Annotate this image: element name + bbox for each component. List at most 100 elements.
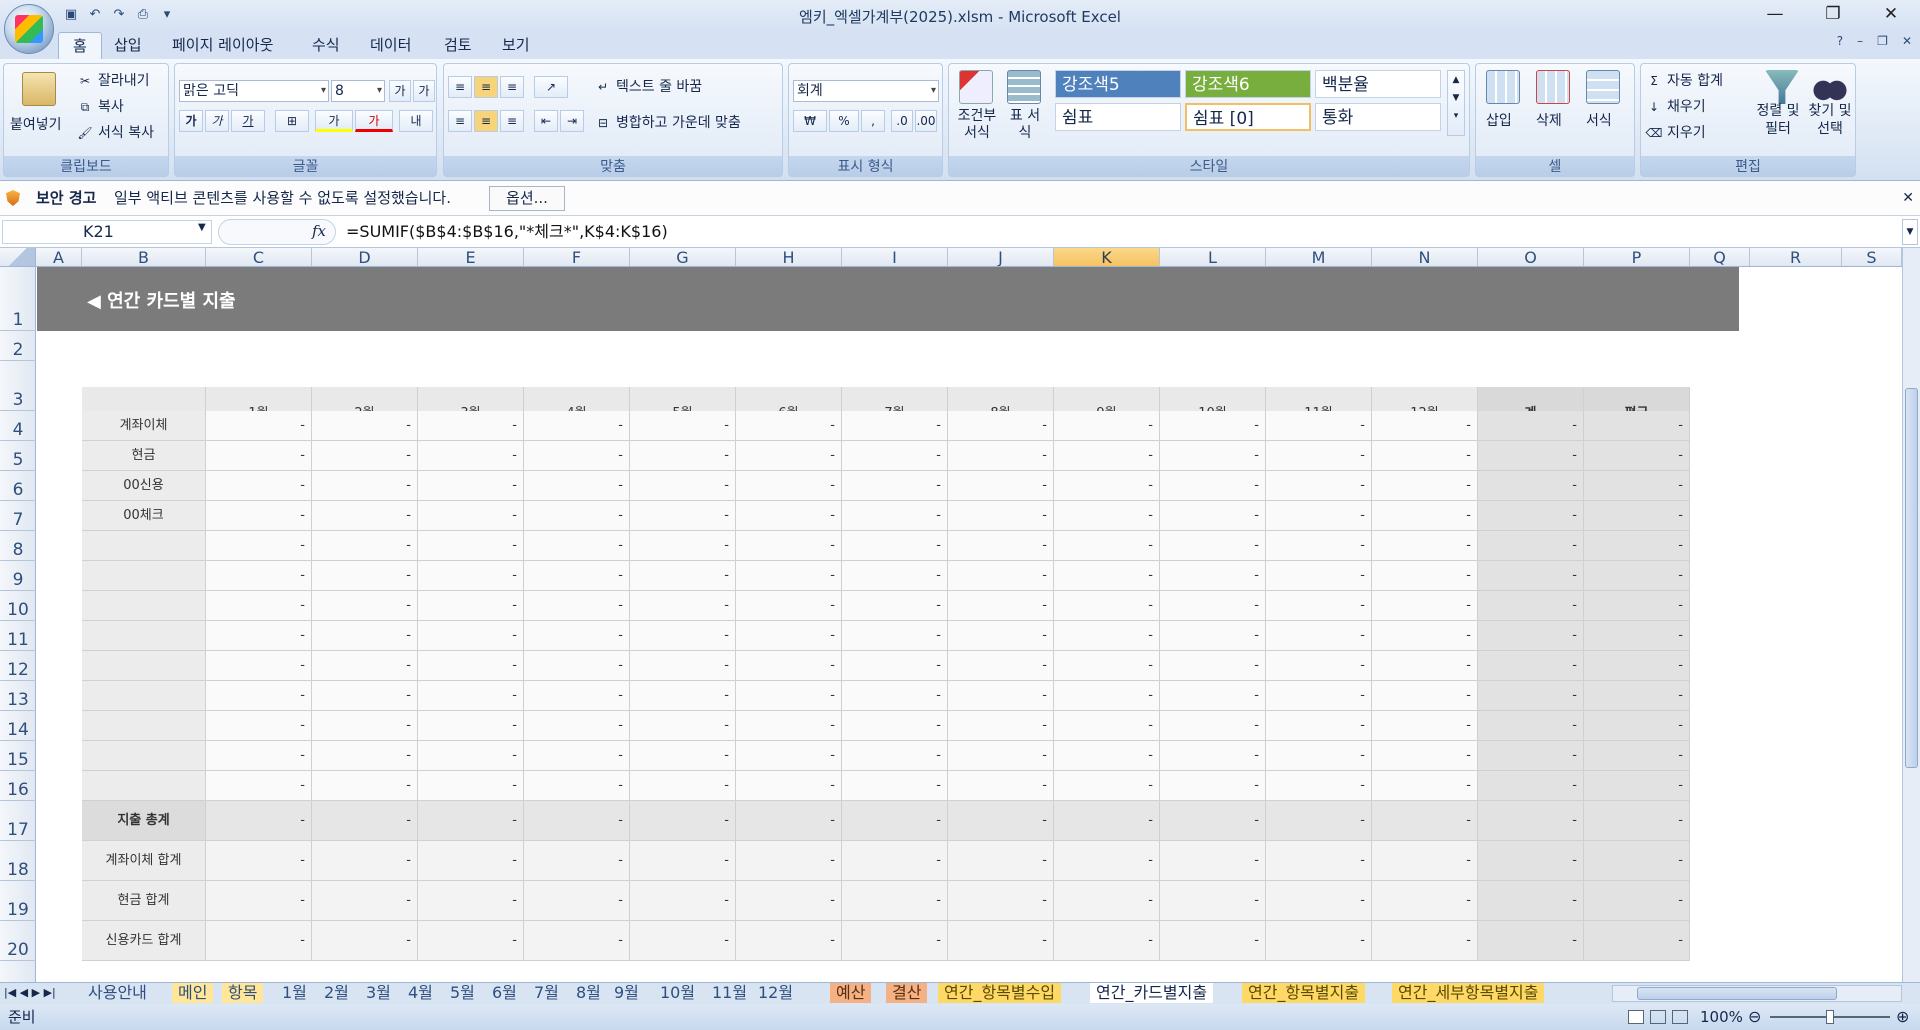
summary-cell[interactable]: -	[842, 881, 948, 921]
paste-button[interactable]: 붙여넣기	[10, 114, 62, 134]
data-cell[interactable]: -	[1372, 441, 1478, 471]
data-cell[interactable]: -	[736, 651, 842, 681]
summary-cell[interactable]: -	[418, 921, 524, 961]
data-cell[interactable]: -	[630, 561, 736, 591]
data-cell[interactable]: -	[736, 441, 842, 471]
data-cell[interactable]: -	[842, 741, 948, 771]
summary-average-cell[interactable]: -	[1584, 841, 1690, 881]
ribbon-restore-icon[interactable]: ❐	[1877, 34, 1888, 48]
summary-average-cell[interactable]: -	[1584, 921, 1690, 961]
orientation-icon[interactable]: ↗	[534, 76, 568, 98]
data-cell[interactable]: -	[842, 651, 948, 681]
wrap-text-button[interactable]: ↵ 텍스트 줄 바꿈	[594, 76, 702, 96]
data-cell[interactable]: -	[1372, 531, 1478, 561]
align-top-icon[interactable]: ≡	[448, 76, 472, 98]
style-accent6[interactable]: 강조색6	[1185, 70, 1311, 98]
zoom-out-icon[interactable]: ⊖	[1748, 1004, 1761, 1030]
data-cell[interactable]: -	[630, 531, 736, 561]
data-cell[interactable]: -	[948, 411, 1054, 441]
data-cell[interactable]: -	[736, 411, 842, 441]
average-cell[interactable]: -	[1584, 531, 1690, 561]
data-cell[interactable]: -	[418, 471, 524, 501]
data-cell[interactable]: -	[1372, 771, 1478, 801]
summary-cell[interactable]: -	[736, 841, 842, 881]
data-cell[interactable]: -	[842, 441, 948, 471]
data-cell[interactable]: -	[1266, 681, 1372, 711]
sheet-tab[interactable]: 연간_세부항목별지출	[1392, 983, 1545, 1003]
row-label[interactable]	[82, 561, 206, 591]
data-cell[interactable]: -	[206, 471, 312, 501]
data-cell[interactable]: -	[312, 771, 418, 801]
row-header[interactable]: 9	[0, 561, 36, 591]
summary-cell[interactable]: -	[842, 921, 948, 961]
data-cell[interactable]: -	[842, 411, 948, 441]
summary-cell[interactable]: -	[630, 841, 736, 881]
data-cell[interactable]: -	[418, 531, 524, 561]
total-cell[interactable]: -	[1478, 591, 1584, 621]
summary-total-cell[interactable]: -	[1478, 801, 1584, 841]
row-label[interactable]	[82, 531, 206, 561]
sheet-tab[interactable]: 4월	[402, 983, 439, 1003]
data-cell[interactable]: -	[630, 501, 736, 531]
data-cell[interactable]: -	[1160, 771, 1266, 801]
zoom-slider[interactable]	[1770, 1010, 1890, 1024]
column-header-q[interactable]: Q	[1690, 248, 1750, 266]
data-cell[interactable]: -	[842, 591, 948, 621]
data-cell[interactable]: -	[1160, 591, 1266, 621]
data-cell[interactable]: -	[1266, 531, 1372, 561]
data-cell[interactable]: -	[630, 771, 736, 801]
summary-cell[interactable]: -	[1054, 841, 1160, 881]
data-cell[interactable]: -	[418, 681, 524, 711]
data-cell[interactable]: -	[1054, 441, 1160, 471]
summary-cell[interactable]: -	[1372, 881, 1478, 921]
summary-cell[interactable]: -	[1160, 841, 1266, 881]
name-box-dropdown-icon[interactable]: ▼	[198, 222, 206, 233]
row-label[interactable]: 계좌이체	[82, 411, 206, 441]
data-cell[interactable]: -	[630, 651, 736, 681]
formula-input[interactable]: =SUMIF($B$4:$B$16,"*체크*",K$4:K$16)	[346, 220, 668, 244]
align-center-icon[interactable]: ≡	[474, 110, 498, 132]
data-cell[interactable]: -	[1266, 501, 1372, 531]
average-cell[interactable]: -	[1584, 711, 1690, 741]
style-currency[interactable]: 통화	[1315, 103, 1441, 131]
horizontal-scroll-thumb[interactable]	[1637, 987, 1837, 1000]
data-cell[interactable]: -	[1160, 441, 1266, 471]
summary-cell[interactable]: -	[948, 841, 1054, 881]
row-label[interactable]	[82, 741, 206, 771]
data-cell[interactable]: -	[1266, 441, 1372, 471]
summary-cell[interactable]: -	[312, 841, 418, 881]
row-label[interactable]	[82, 621, 206, 651]
data-cell[interactable]: -	[1054, 741, 1160, 771]
data-cell[interactable]: -	[418, 621, 524, 651]
sheet-tab[interactable]: 8월	[570, 983, 607, 1003]
row-header[interactable]: 2	[0, 331, 36, 361]
name-box[interactable]: K21	[2, 220, 212, 244]
data-cell[interactable]: -	[736, 741, 842, 771]
data-cell[interactable]: -	[1266, 711, 1372, 741]
data-cell[interactable]: -	[842, 621, 948, 651]
summary-cell[interactable]: -	[418, 801, 524, 841]
column-header-f[interactable]: F	[524, 248, 630, 266]
currency-button[interactable]: ₩	[793, 110, 827, 132]
data-cell[interactable]: -	[418, 651, 524, 681]
summary-total-cell[interactable]: -	[1478, 881, 1584, 921]
row-header[interactable]: 14	[0, 711, 36, 741]
row-header[interactable]: 17	[0, 801, 36, 841]
column-header-c[interactable]: C	[206, 248, 312, 266]
column-header-e[interactable]: E	[418, 248, 524, 266]
sheet-tab[interactable]: 사용안내	[82, 983, 153, 1003]
tab-data[interactable]: 데이터	[356, 32, 425, 59]
data-cell[interactable]: -	[524, 651, 630, 681]
average-cell[interactable]: -	[1584, 651, 1690, 681]
data-cell[interactable]: -	[1054, 531, 1160, 561]
data-cell[interactable]: -	[630, 591, 736, 621]
select-all-corner[interactable]	[0, 248, 36, 266]
row-label[interactable]	[82, 681, 206, 711]
sheet-nav-first-icon[interactable]: |◀ ◀ ▶ ▶|	[4, 983, 56, 1003]
column-header-m[interactable]: M	[1266, 248, 1372, 266]
summary-cell[interactable]: -	[948, 881, 1054, 921]
font-size-select[interactable]: 8	[331, 80, 385, 102]
row-header[interactable]: 6	[0, 471, 36, 501]
data-cell[interactable]: -	[736, 681, 842, 711]
align-middle-icon[interactable]: ≡	[474, 76, 498, 98]
